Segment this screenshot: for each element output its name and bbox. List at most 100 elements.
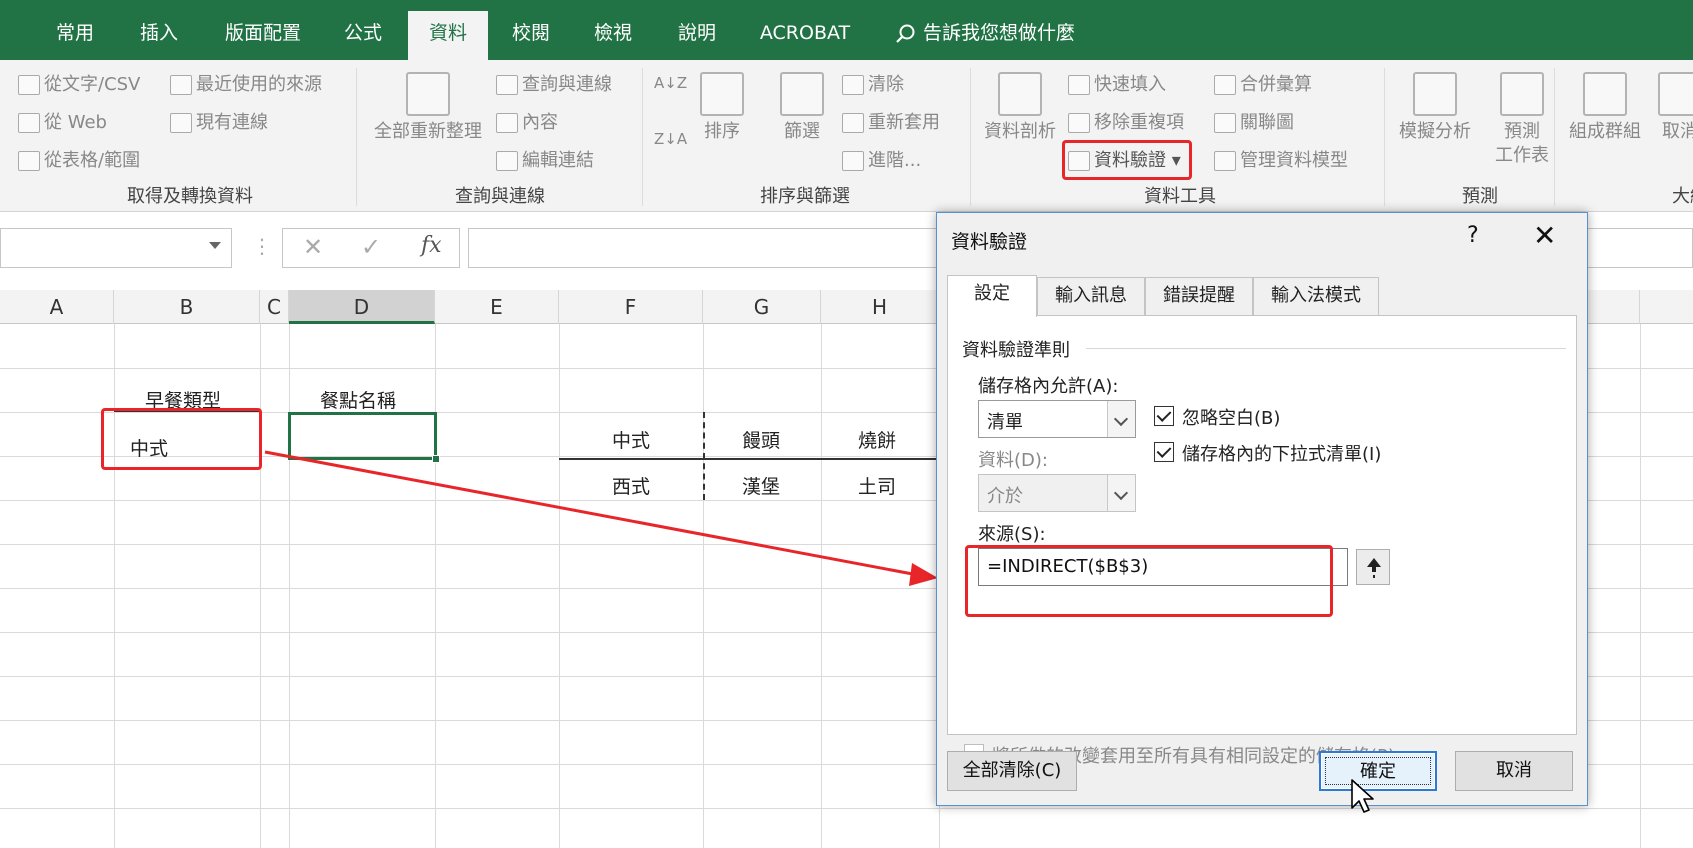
tab-view[interactable]: 檢視 [578,11,648,60]
clear-all-button[interactable]: 全部清除(C) [947,751,1077,791]
cell-f3[interactable]: 中式 [612,426,650,453]
cell-g3[interactable]: 饅頭 [742,426,780,453]
from-table-range-label: 從表格/範圍 [44,150,141,171]
relationships-button[interactable]: 關聯圖 [1214,108,1294,134]
recent-sources-button[interactable]: 最近使用的來源 [170,70,322,96]
sort-za-button[interactable]: Z↓A [654,130,687,148]
ribbon-separator [356,68,357,206]
tab-ime-mode[interactable]: 輸入法模式 [1253,277,1379,315]
sort-label: 排序 [704,121,740,142]
data-label: 資料(D): [978,450,1048,471]
in-cell-dropdown-label: 儲存格內的下拉式清單(I) [1182,444,1382,465]
tab-formulas[interactable]: 公式 [328,11,398,60]
tab-help[interactable]: 說明 [662,11,732,60]
what-if-icon [1413,72,1457,116]
tab-settings[interactable]: 設定 [947,275,1037,317]
in-cell-dropdown-checkbox[interactable] [1154,442,1174,462]
tab-error-alert[interactable]: 錯誤提醒 [1145,277,1253,315]
column-header-h[interactable]: H [821,290,939,324]
tab-input-message[interactable]: 輸入訊息 [1037,277,1145,315]
ok-button[interactable]: 確定 [1319,751,1437,791]
formula-bar-grip[interactable]: ⋮ [252,234,272,258]
advanced-filter-button[interactable]: 進階... [842,146,921,172]
source-label: 來源(S): [978,524,1046,545]
recent-sources-label: 最近使用的來源 [196,74,322,95]
manage-data-model-button[interactable]: 管理資料模型 [1214,146,1348,172]
active-cell-d3[interactable] [288,412,440,463]
filter-funnel-icon [780,72,824,116]
enter-icon[interactable]: ✓ [361,233,381,261]
flash-fill-button[interactable]: 快速填入 [1068,70,1166,96]
group-button[interactable]: 組成群組 [1560,72,1650,144]
grid-line [703,324,704,848]
chevron-down-icon[interactable] [209,242,221,249]
refresh-all-button[interactable]: 全部重新整理 [366,72,490,144]
reapply-icon [842,113,864,133]
name-box[interactable] [0,228,232,268]
grid-line [435,324,436,848]
column-header-f[interactable]: F [559,290,703,324]
from-web-button[interactable]: 從 Web [18,108,107,134]
fill-handle[interactable] [432,455,440,463]
text-to-columns-button[interactable]: 資料剖析 [976,72,1064,144]
ignore-blank-checkbox[interactable] [1154,406,1174,426]
allow-select[interactable]: 清單 [978,400,1136,438]
tab-page-layout[interactable]: 版面配置 [208,11,318,60]
group-label-queries: 查詢與連線 [455,186,545,207]
filter-button[interactable]: 篩選 [770,72,834,144]
existing-connections-button[interactable]: 現有連線 [170,108,268,134]
insert-function-icon[interactable]: fx [421,233,442,258]
tab-home[interactable]: 常用 [40,11,110,60]
ribbon-separator [1554,68,1555,206]
data-select[interactable]: 介於 [978,474,1136,512]
close-icon[interactable]: ✕ [1533,219,1556,252]
forecast-sheet-button[interactable]: 預測 工作表 [1482,72,1562,168]
remove-duplicates-button[interactable]: 移除重複項 [1068,108,1184,134]
cancel-button[interactable]: 取消 [1455,751,1573,791]
clear-filter-button[interactable]: 清除 [842,70,904,96]
tab-data[interactable]: 資料 [408,11,488,60]
column-header-d[interactable]: D [289,290,435,324]
queries-connections-button[interactable]: 查詢與連線 [496,70,612,96]
properties-button[interactable]: 內容 [496,108,558,134]
from-text-csv-button[interactable]: 從文字/CSV [18,70,140,96]
allow-label: 儲存格內允許(A): [978,376,1119,397]
text-file-icon [18,75,40,95]
cancel-icon[interactable]: ✕ [303,233,323,261]
manage-data-model-label: 管理資料模型 [1240,150,1348,171]
group-label-outline: 大綱 [1672,186,1693,207]
what-if-analysis-button[interactable]: 模擬分析 [1390,72,1480,144]
column-header-b[interactable]: B [114,290,260,324]
help-icon[interactable]: ? [1467,223,1479,248]
sort-button[interactable]: 排序 [690,72,754,144]
group-label-data-tools: 資料工具 [1144,186,1216,207]
reapply-button[interactable]: 重新套用 [842,108,940,134]
column-header-e[interactable]: E [435,290,559,324]
column-header-c[interactable]: C [260,290,289,324]
clear-filter-icon [842,75,864,95]
data-model-icon [1214,151,1236,171]
column-header-a[interactable]: A [0,290,114,324]
column-header-g[interactable]: G [703,290,821,324]
from-table-range-button[interactable]: 從表格/範圍 [18,146,140,172]
ungroup-button[interactable]: 取消 [1650,72,1693,144]
advanced-filter-icon [842,151,864,171]
collapse-dialog-icon[interactable] [1356,549,1390,585]
sort-az-button[interactable]: A↓Z [654,74,687,92]
cell-g4[interactable]: 漢堡 [742,472,780,499]
tab-acrobat[interactable]: ACROBAT [750,11,860,60]
cell-d2[interactable]: 餐點名稱 [320,386,396,413]
cell-h4[interactable]: 土司 [858,472,896,499]
b3-highlight [101,408,262,470]
chevron-down-icon[interactable] [1107,475,1135,511]
consolidate-button[interactable]: 合併彙算 [1214,70,1312,96]
grid-line [0,808,1693,809]
chevron-down-icon[interactable] [1107,401,1135,437]
cell-h3[interactable]: 燒餅 [858,426,896,453]
grid-line [1640,324,1641,848]
cell-f4[interactable]: 西式 [612,472,650,499]
tab-review[interactable]: 校閱 [496,11,566,60]
edit-links-button[interactable]: 編輯連結 [496,146,594,172]
tell-me-search[interactable]: 告訴我您想做什麼 [895,11,1075,55]
tab-insert[interactable]: 插入 [124,11,194,60]
